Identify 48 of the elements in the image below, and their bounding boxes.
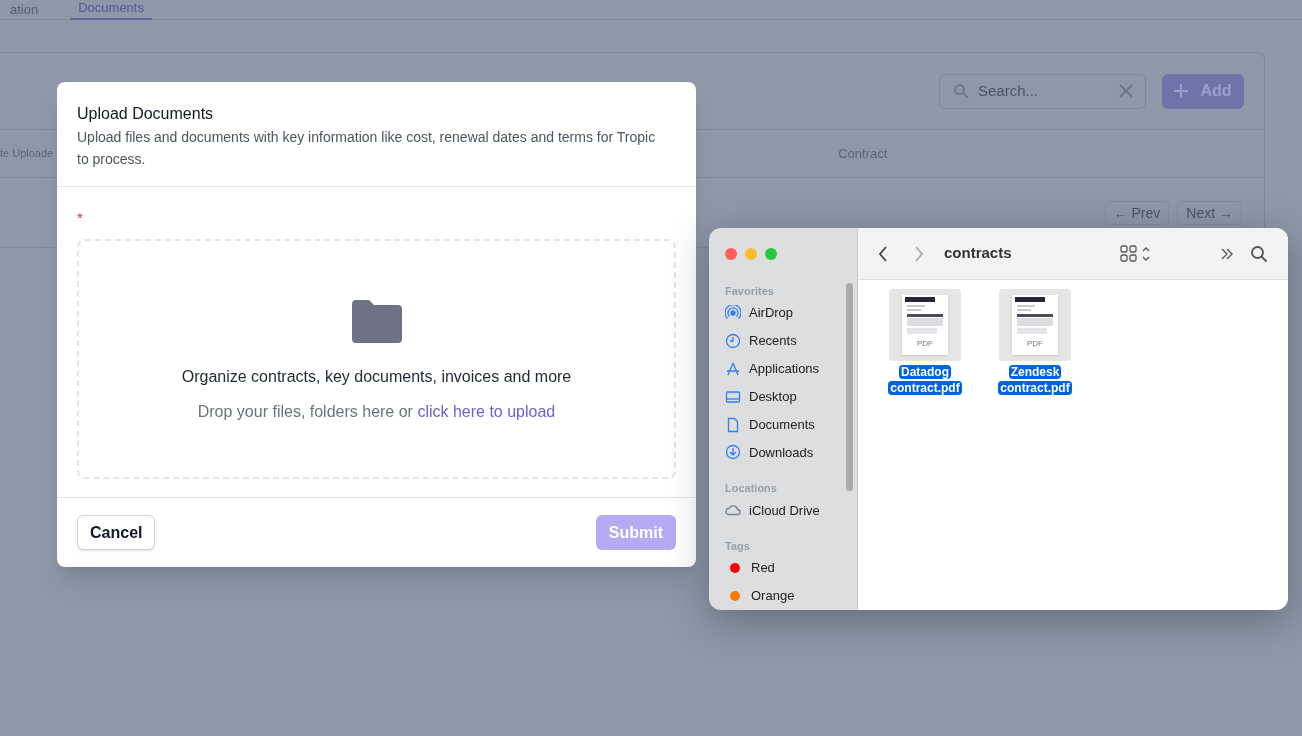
back-icon[interactable]	[878, 245, 888, 262]
zoom-button[interactable]	[765, 248, 777, 260]
grid-view-icon[interactable]	[1120, 244, 1150, 263]
sidebar-item[interactable]: iCloud Drive	[725, 496, 857, 525]
modal-description: Upload files and documents with key information like cost, renewal dates and terms for Tropic to process.	[77, 128, 657, 169]
upload-link[interactable]: click here to upload	[417, 403, 556, 420]
modal-title: Upload Documents	[77, 104, 215, 124]
desktop-icon	[725, 388, 741, 405]
file-thumbnail[interactable]: PDF	[889, 289, 961, 361]
pagination-button[interactable]: Next →	[1177, 201, 1242, 225]
sidebar-item[interactable]: Applications	[725, 354, 857, 383]
file-type-label: PDF	[917, 339, 933, 349]
airdrop-icon	[725, 304, 741, 321]
folder-icon	[351, 299, 402, 343]
section-heading: Tags	[725, 539, 751, 555]
search-icon	[952, 82, 970, 100]
sidebar-item[interactable]: Red	[725, 554, 857, 583]
sidebar-item[interactable]: Recents	[725, 326, 857, 355]
apps-icon	[725, 360, 741, 377]
file-name[interactable]: Zendesk contract.pdf	[995, 364, 1075, 396]
search-icon[interactable]	[1250, 244, 1268, 263]
cancel-button[interactable]: Cancel	[77, 515, 156, 550]
more-icon[interactable]	[1220, 246, 1234, 261]
folder-title: contracts	[944, 243, 1013, 264]
section-heading: Locations	[725, 481, 778, 497]
required-mark: *	[77, 208, 84, 227]
clear-icon[interactable]	[1119, 84, 1133, 98]
scrollbar-thumb[interactable]	[846, 283, 853, 491]
sidebar-item[interactable]: Downloads	[725, 438, 857, 467]
document-icon	[725, 416, 741, 433]
search-placeholder: Search...	[978, 80, 1040, 101]
sidebar-item[interactable]: Orange	[725, 582, 857, 610]
forward-icon[interactable]	[914, 245, 924, 262]
dropzone-hint: Drop your files, folders here or click here to upload	[197, 402, 556, 422]
plus-icon	[1174, 84, 1189, 98]
drop-zone[interactable]: Organize contracts, key documents, invoices and more Drop your files, folders here or click here to upload	[77, 239, 676, 479]
minimize-button[interactable]	[745, 248, 757, 260]
dropzone-heading: Organize contracts, key documents, invoices and more	[181, 367, 572, 387]
file-type-label: PDF	[1027, 339, 1043, 349]
sidebar-item[interactable]: Desktop	[725, 382, 857, 411]
sidebar-item[interactable]: Documents	[725, 410, 857, 439]
file-name[interactable]: Datadog contract.pdf	[885, 364, 965, 396]
clock-icon	[725, 332, 741, 349]
section-heading: Favorites	[725, 284, 775, 299]
sidebar-item[interactable]: AirDrop	[725, 299, 857, 327]
close-button[interactable]	[725, 248, 737, 260]
file-thumbnail[interactable]: PDF	[999, 289, 1071, 361]
download-icon	[725, 444, 741, 461]
